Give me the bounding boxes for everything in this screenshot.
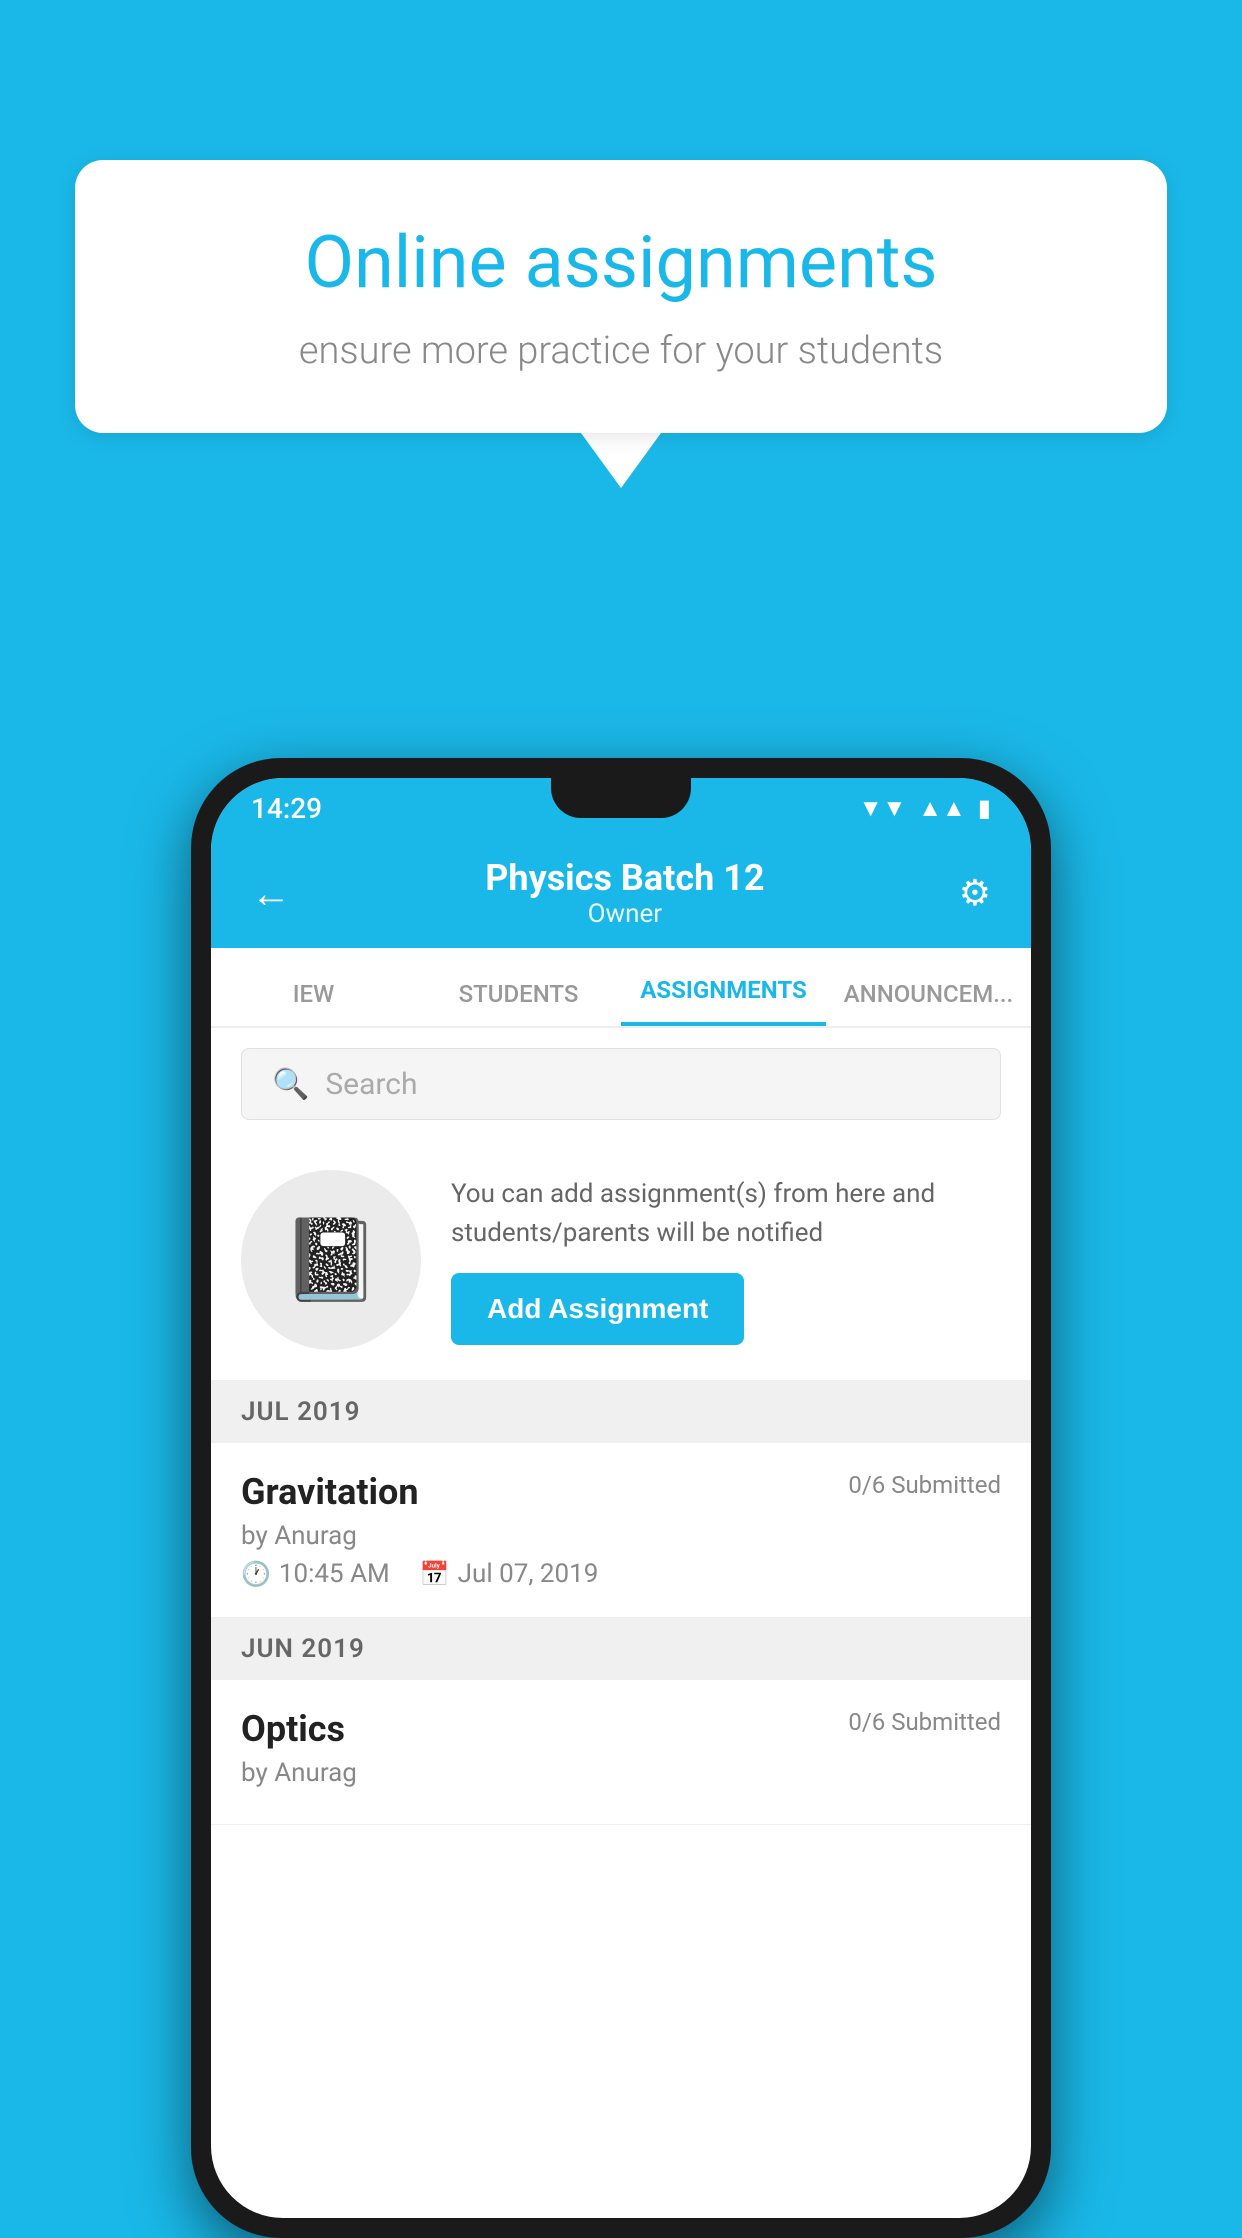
assignment-date-gravitation: 📅 Jul 07, 2019 <box>420 1559 599 1589</box>
search-icon: 🔍 <box>272 1067 309 1102</box>
status-icons: ▼▼ ▲▲ ▮ <box>859 794 991 823</box>
status-bar: 14:29 ▼▼ ▲▲ ▮ <box>211 778 1031 838</box>
clock-icon: 🕐 <box>241 1560 271 1588</box>
phone-screen: 14:29 ▼▼ ▲▲ ▮ ← Physics Batch 12 Owner ⚙… <box>211 778 1031 2218</box>
notch <box>551 778 691 818</box>
battery-icon: ▮ <box>978 794 991 822</box>
assignment-optics-row-top: Optics 0/6 Submitted <box>241 1708 1001 1750</box>
add-assignment-section: 📓 You can add assignment(s) from here an… <box>211 1140 1031 1381</box>
signal-icon: ▲▲ <box>918 794 966 823</box>
assignment-name-gravitation: Gravitation <box>241 1471 419 1513</box>
search-input[interactable]: Search <box>325 1067 417 1102</box>
status-time: 14:29 <box>251 792 322 825</box>
phone-device: 14:29 ▼▼ ▲▲ ▮ ← Physics Batch 12 Owner ⚙… <box>191 758 1051 2238</box>
assignment-submitted-gravitation: 0/6 Submitted <box>848 1471 1001 1499</box>
speech-bubble: Online assignments ensure more practice … <box>75 160 1167 433</box>
assignment-name-optics: Optics <box>241 1708 345 1750</box>
header-subtitle: Owner <box>485 899 764 929</box>
assignment-gravitation[interactable]: Gravitation 0/6 Submitted by Anurag 🕐 10… <box>211 1443 1031 1618</box>
assignment-author-optics: by Anurag <box>241 1758 1001 1788</box>
assignment-icon-circle: 📓 <box>241 1170 421 1350</box>
section-jul-2019: JUL 2019 <box>211 1381 1031 1443</box>
tab-iew[interactable]: IEW <box>211 980 416 1026</box>
notebook-icon: 📓 <box>281 1213 381 1307</box>
settings-button[interactable]: ⚙ <box>959 872 991 914</box>
assignment-row-top: Gravitation 0/6 Submitted <box>241 1471 1001 1513</box>
assignment-time-gravitation: 🕐 10:45 AM <box>241 1559 390 1589</box>
speech-bubble-arrow <box>581 433 661 488</box>
tab-announcements[interactable]: ANNOUNCEM... <box>826 980 1031 1026</box>
assignment-author-gravitation: by Anurag <box>241 1521 1001 1551</box>
section-label-jun: JUN 2019 <box>241 1634 365 1664</box>
tabs-bar: IEW STUDENTS ASSIGNMENTS ANNOUNCEM... <box>211 948 1031 1028</box>
wifi-icon: ▼▼ <box>859 794 907 823</box>
section-jun-2019: JUN 2019 <box>211 1618 1031 1680</box>
assignment-meta-gravitation: 🕐 10:45 AM 📅 Jul 07, 2019 <box>241 1559 1001 1589</box>
tab-students[interactable]: STUDENTS <box>416 980 621 1026</box>
speech-bubble-subtitle: ensure more practice for your students <box>155 329 1087 373</box>
add-assignment-button[interactable]: Add Assignment <box>451 1273 744 1345</box>
search-bar[interactable]: 🔍 Search <box>241 1048 1001 1120</box>
section-label-jul: JUL 2019 <box>241 1397 361 1427</box>
assignment-submitted-optics: 0/6 Submitted <box>848 1708 1001 1736</box>
tab-assignments[interactable]: ASSIGNMENTS <box>621 976 826 1026</box>
header-title: Physics Batch 12 <box>485 857 764 899</box>
search-container: 🔍 Search <box>211 1028 1031 1140</box>
add-assignment-content: You can add assignment(s) from here and … <box>451 1175 1001 1345</box>
add-assignment-description: You can add assignment(s) from here and … <box>451 1175 1001 1253</box>
header-center: Physics Batch 12 Owner <box>485 857 764 929</box>
calendar-icon: 📅 <box>420 1560 450 1588</box>
speech-bubble-title: Online assignments <box>155 220 1087 305</box>
app-header: ← Physics Batch 12 Owner ⚙ <box>211 838 1031 948</box>
back-button[interactable]: ← <box>251 870 291 917</box>
speech-bubble-container: Online assignments ensure more practice … <box>75 160 1167 488</box>
assignment-optics[interactable]: Optics 0/6 Submitted by Anurag <box>211 1680 1031 1825</box>
